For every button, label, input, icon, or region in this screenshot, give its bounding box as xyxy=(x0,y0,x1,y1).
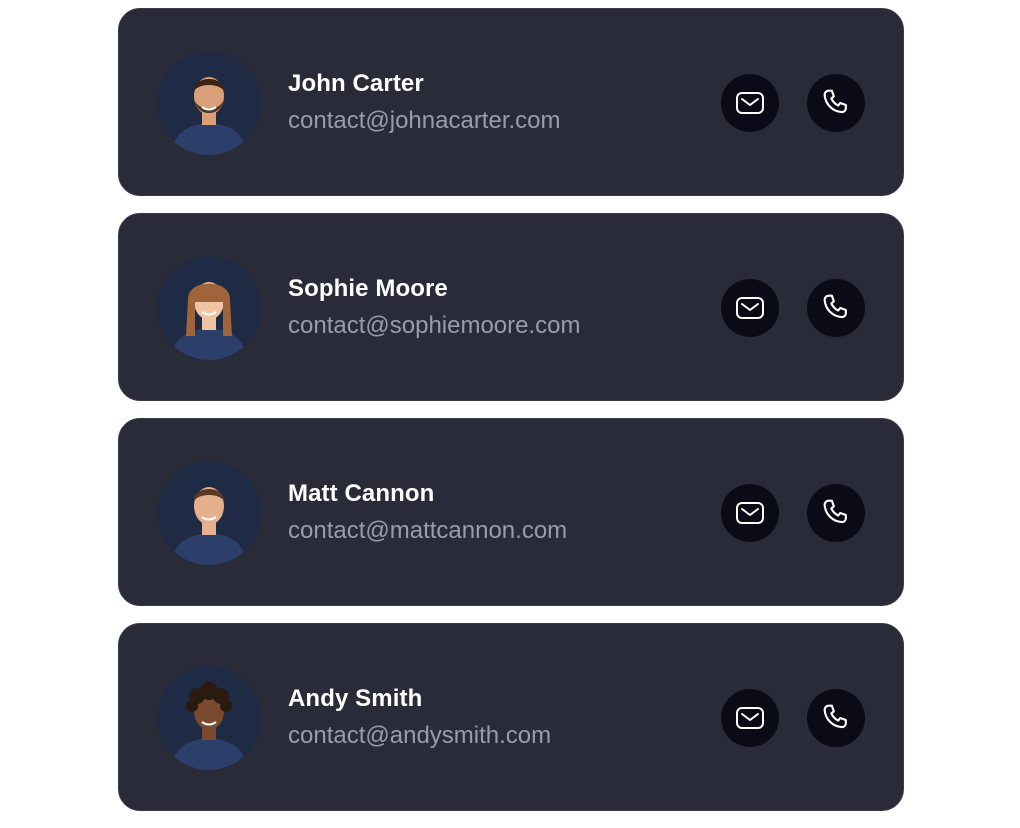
avatar xyxy=(157,51,261,155)
mail-icon xyxy=(736,297,764,319)
contact-info: Matt Cannon contact@mattcannon.com xyxy=(288,480,567,545)
email-button[interactable] xyxy=(721,74,779,132)
avatar xyxy=(157,461,261,565)
email-button[interactable] xyxy=(721,279,779,337)
avatar-photo xyxy=(157,256,261,360)
avatar-photo xyxy=(157,51,261,155)
phone-icon xyxy=(823,704,847,729)
email-button[interactable] xyxy=(721,689,779,747)
call-button[interactable] xyxy=(807,74,865,132)
call-button[interactable] xyxy=(807,689,865,747)
mail-icon xyxy=(736,502,764,524)
avatar xyxy=(157,256,261,360)
contact-card: Sophie Moore contact@sophiemoore.com xyxy=(118,213,904,401)
contact-card: John Carter contact@johnacarter.com xyxy=(118,8,904,196)
avatar-photo xyxy=(157,666,261,770)
contact-name: John Carter xyxy=(288,70,424,97)
contact-info: Sophie Moore contact@sophiemoore.com xyxy=(288,275,581,340)
phone-icon xyxy=(823,89,847,114)
mail-icon xyxy=(736,92,764,114)
mail-icon xyxy=(736,707,764,729)
contact-name: Andy Smith xyxy=(288,685,423,712)
contact-info: John Carter contact@johnacarter.com xyxy=(288,70,561,135)
contact-email: contact@johnacarter.com xyxy=(288,107,561,134)
contact-name: Sophie Moore xyxy=(288,275,448,302)
call-button[interactable] xyxy=(807,484,865,542)
avatar xyxy=(157,666,261,770)
contact-name: Matt Cannon xyxy=(288,480,435,507)
contact-email: contact@andysmith.com xyxy=(288,722,552,749)
phone-icon xyxy=(823,499,847,524)
contact-card: Andy Smith contact@andysmith.com xyxy=(118,623,904,811)
contact-email: contact@mattcannon.com xyxy=(288,517,568,544)
contact-list: John Carter contact@johnacarter.com Soph… xyxy=(118,8,904,828)
contact-card: Matt Cannon contact@mattcannon.com xyxy=(118,418,904,606)
phone-icon xyxy=(823,294,847,319)
contact-info: Andy Smith contact@andysmith.com xyxy=(288,685,551,750)
avatar-photo xyxy=(157,461,261,565)
contact-email: contact@sophiemoore.com xyxy=(288,312,581,339)
email-button[interactable] xyxy=(721,484,779,542)
call-button[interactable] xyxy=(807,279,865,337)
